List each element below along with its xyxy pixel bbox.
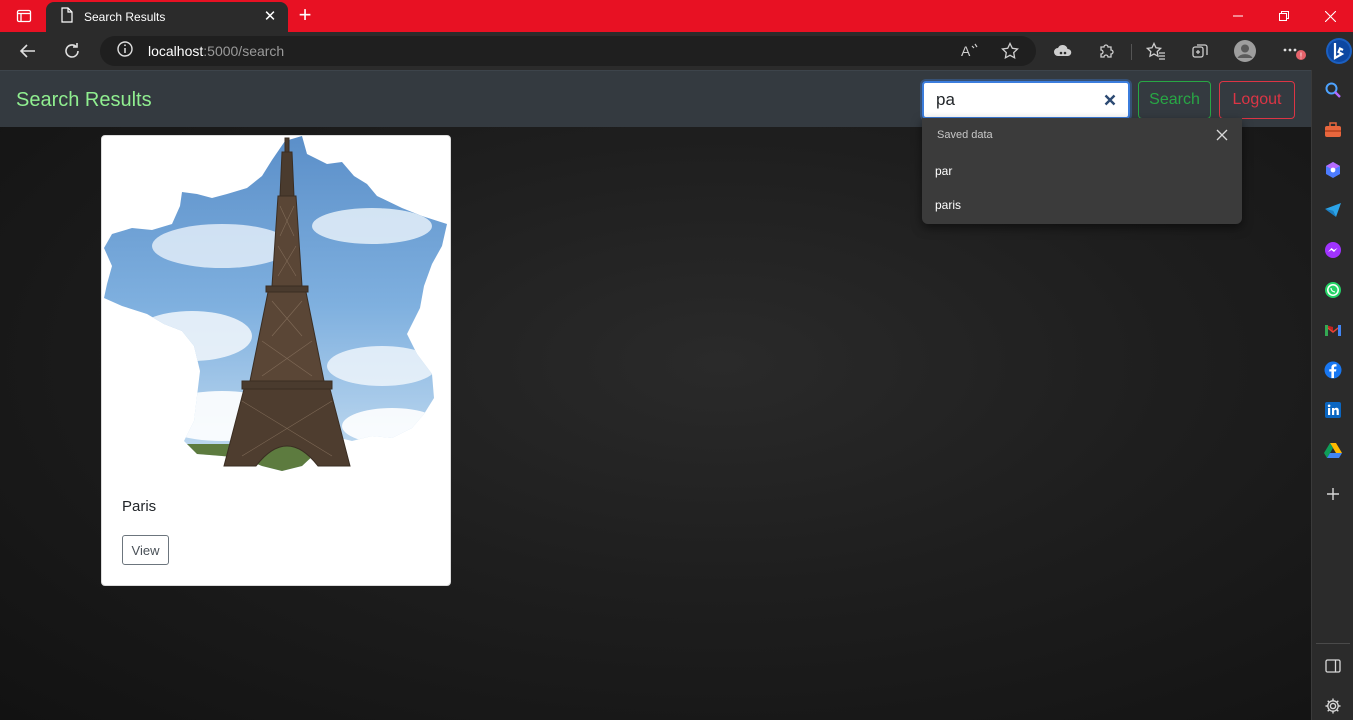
view-button[interactable]: View	[122, 535, 169, 565]
result-card: Paris View	[101, 135, 451, 586]
whatsapp-icon[interactable]	[1319, 276, 1347, 304]
profile-avatar-icon[interactable]	[1230, 36, 1260, 66]
autocomplete-header: Saved data	[937, 129, 993, 141]
browser-toolbar: localhost:5000/search A !	[0, 32, 1353, 70]
close-suggestions-icon[interactable]	[1216, 128, 1228, 141]
url-host: localhost	[148, 43, 204, 59]
logout-button[interactable]: Logout	[1219, 81, 1295, 119]
bing-copilot-icon[interactable]	[1325, 37, 1353, 65]
send-icon[interactable]	[1319, 196, 1347, 224]
url-path: :5000/search	[203, 43, 285, 59]
suggestion-item[interactable]: par	[935, 164, 952, 178]
favorite-star-icon[interactable]	[1000, 41, 1020, 61]
tab-title: Search Results	[84, 10, 166, 24]
extensions-puzzle-icon[interactable]	[1092, 36, 1122, 66]
minimize-icon[interactable]	[1215, 0, 1261, 32]
toolbar-divider	[1131, 44, 1132, 60]
favorites-icon[interactable]	[1141, 36, 1171, 66]
new-tab-icon[interactable]: +	[292, 4, 318, 28]
messenger-icon[interactable]	[1319, 236, 1347, 264]
search-field[interactable]	[922, 81, 1130, 119]
svg-text:A: A	[961, 43, 971, 59]
search-icon[interactable]	[1319, 76, 1347, 104]
browser-tab-bar: Search Results ✕ +	[0, 0, 1353, 32]
hide-sidebar-icon[interactable]	[1319, 652, 1347, 680]
card-title: Paris	[122, 498, 157, 515]
refresh-icon[interactable]	[57, 36, 87, 66]
back-arrow-icon[interactable]	[13, 36, 43, 66]
close-window-icon[interactable]	[1307, 0, 1353, 32]
add-sidebar-app-icon[interactable]	[1319, 480, 1347, 508]
facebook-icon[interactable]	[1319, 356, 1347, 384]
tab-actions-icon[interactable]	[8, 4, 40, 28]
copilot-icon[interactable]	[1319, 156, 1347, 184]
page-icon	[60, 6, 74, 28]
read-aloud-icon[interactable]: A	[960, 41, 980, 61]
autocomplete-dropdown: Saved data par paris	[922, 118, 1242, 224]
tools-briefcase-icon[interactable]	[1319, 116, 1347, 144]
card-image	[102, 136, 450, 476]
google-drive-icon[interactable]	[1319, 436, 1347, 464]
active-tab[interactable]: Search Results ✕	[46, 2, 288, 32]
edge-sidebar	[1311, 70, 1353, 720]
clear-search-icon[interactable]	[1102, 92, 1118, 108]
close-tab-icon[interactable]: ✕	[262, 9, 278, 25]
info-icon[interactable]	[116, 40, 134, 63]
search-button[interactable]: Search	[1138, 81, 1211, 119]
search-input[interactable]	[924, 83, 1094, 117]
svg-text:!: !	[1300, 52, 1302, 61]
url-text: localhost:5000/search	[148, 43, 284, 59]
brand-title[interactable]: Search Results	[16, 89, 152, 112]
cloud-extension-icon[interactable]	[1048, 36, 1078, 66]
collections-icon[interactable]	[1185, 36, 1215, 66]
restore-icon[interactable]	[1261, 0, 1307, 32]
sidebar-divider	[1316, 643, 1350, 644]
page-viewport: Search Results Search Logout	[0, 70, 1311, 720]
gmail-icon[interactable]	[1319, 316, 1347, 344]
window-controls	[1215, 0, 1353, 32]
linkedin-icon[interactable]	[1319, 396, 1347, 424]
settings-gear-icon[interactable]	[1319, 692, 1347, 720]
suggestion-item[interactable]: paris	[935, 198, 961, 212]
address-bar[interactable]: localhost:5000/search A	[100, 36, 1036, 66]
more-menu-icon[interactable]: !	[1278, 36, 1308, 66]
